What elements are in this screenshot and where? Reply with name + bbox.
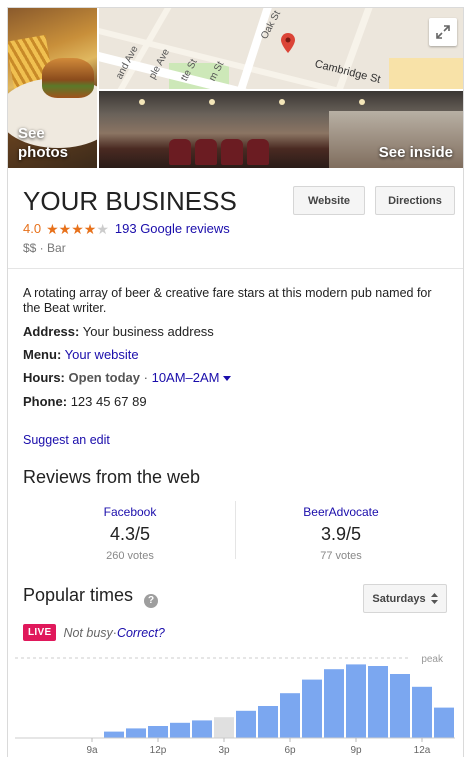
x-tick-label: 9a <box>86 745 98 756</box>
directions-button[interactable]: Directions <box>375 186 455 215</box>
day-selector[interactable]: Saturdays <box>363 584 447 613</box>
see-photos-label: See photos <box>18 125 68 161</box>
hours-label: Hours: <box>23 370 65 385</box>
live-status-row: LIVE Not busy · Correct? <box>23 624 165 641</box>
bar <box>192 720 212 738</box>
popular-times-heading: Popular times <box>23 585 134 605</box>
review-source-votes: 260 votes <box>106 550 154 562</box>
expand-map-button[interactable] <box>429 18 457 46</box>
hours-dropdown[interactable]: 10AM–2AM <box>152 370 232 385</box>
help-icon[interactable]: ? <box>144 594 158 608</box>
hours-row: Hours: Open today · 10AM–2AM <box>23 370 232 385</box>
bar <box>170 722 190 738</box>
phone-label: Phone: <box>23 394 68 409</box>
bar <box>412 686 432 738</box>
food-photo-burger <box>42 58 94 98</box>
hours-separator: · <box>140 370 152 385</box>
x-tick-label: 6p <box>284 745 296 756</box>
correct-link[interactable]: Correct? <box>117 626 165 640</box>
interior-seat <box>221 139 243 165</box>
x-tick-label: 3p <box>218 745 230 756</box>
bar <box>390 674 410 738</box>
caret-down-icon <box>223 376 232 382</box>
popular-times-chart: peak 9a 12p 3p 6p 9p 12a <box>15 654 455 756</box>
map-pin-icon <box>281 33 295 53</box>
interior-tile[interactable]: See inside <box>99 91 463 168</box>
column-separator <box>235 501 236 559</box>
rating-value: 4.0 <box>23 221 42 236</box>
review-source-score: 4.3/5 <box>109 524 151 544</box>
bar-current <box>214 717 234 738</box>
star-rating: ★ ★ ★ ★ ★ <box>46 222 109 236</box>
interior-seat <box>195 139 217 165</box>
phone-value: 123 45 67 89 <box>70 394 147 409</box>
sort-arrows-icon <box>430 593 438 604</box>
business-panel: See photos Oak St Cambridge St and Ave p… <box>7 7 464 757</box>
x-tick-label: 9p <box>350 745 362 756</box>
address-label: Address: <box>23 324 80 339</box>
map-area <box>389 58 463 89</box>
peak-label: peak <box>421 654 444 665</box>
bar <box>104 731 124 738</box>
hours-status: Open today <box>68 370 141 385</box>
interior-light <box>279 99 285 105</box>
menu-link[interactable]: Your website <box>65 347 139 362</box>
suggest-edit-link[interactable]: Suggest an edit <box>23 433 110 447</box>
menu-row: Menu: Your website <box>23 347 139 362</box>
star-filled-icon: ★ <box>58 220 72 237</box>
interior-light <box>359 99 365 105</box>
header-media: See photos Oak St Cambridge St and Ave p… <box>8 8 463 168</box>
review-source-score: 3.9/5 <box>320 524 362 544</box>
busy-status: Not busy <box>63 625 113 640</box>
bar <box>126 728 146 738</box>
review-source-facebook: Facebook 4.3/5 260 votes <box>30 505 230 562</box>
google-reviews-link[interactable]: 193 Google reviews <box>115 221 230 236</box>
reviews-web-heading: Reviews from the web <box>23 467 201 487</box>
x-tick-label: 12a <box>414 745 431 756</box>
interior-light <box>139 99 145 105</box>
phone-row: Phone: 123 45 67 89 <box>23 394 147 409</box>
day-selector-value: Saturdays <box>372 592 426 605</box>
bar <box>280 693 300 738</box>
bar <box>148 726 168 738</box>
bar <box>346 664 366 738</box>
map-thumbnail[interactable]: Oak St Cambridge St and Ave ple Ave tte … <box>99 8 463 89</box>
review-source-name[interactable]: Facebook <box>30 505 230 519</box>
bar <box>258 706 278 738</box>
interior-light <box>209 99 215 105</box>
expand-icon <box>436 25 450 39</box>
bar <box>368 666 388 738</box>
x-tick-label: 12p <box>150 745 167 756</box>
review-source-name[interactable]: BeerAdvocate <box>241 505 441 519</box>
rating-row: 4.0 ★ ★ ★ ★ ★ 193 Google reviews <box>23 221 230 236</box>
menu-label: Menu: <box>23 347 62 362</box>
photos-tile[interactable]: See photos <box>8 8 97 168</box>
address-row: Address: Your business address <box>23 324 214 339</box>
website-button[interactable]: Website <box>293 186 365 215</box>
star-filled-icon: ★ <box>46 220 59 237</box>
bar <box>236 710 256 738</box>
divider <box>8 268 463 269</box>
business-category: $$ · Bar <box>23 241 66 255</box>
star-empty-icon: ★ <box>96 220 109 237</box>
address-value: Your business address <box>82 324 214 339</box>
business-description: A rotating array of beer & creative fare… <box>23 286 432 315</box>
hours-range: 10AM–2AM <box>151 370 220 385</box>
interior-seat <box>169 139 191 165</box>
bar <box>324 669 344 738</box>
review-source-votes: 77 votes <box>320 550 362 562</box>
review-source-beeradvocate: BeerAdvocate 3.9/5 77 votes <box>241 505 441 562</box>
star-filled-icon: ★ <box>71 220 84 237</box>
bar <box>302 679 322 738</box>
interior-seat <box>247 139 269 165</box>
business-name: YOUR BUSINESS <box>23 186 237 216</box>
bar <box>434 707 454 738</box>
see-inside-label: See inside <box>378 144 453 161</box>
live-badge: LIVE <box>23 624 57 641</box>
star-filled-icon: ★ <box>83 220 97 237</box>
